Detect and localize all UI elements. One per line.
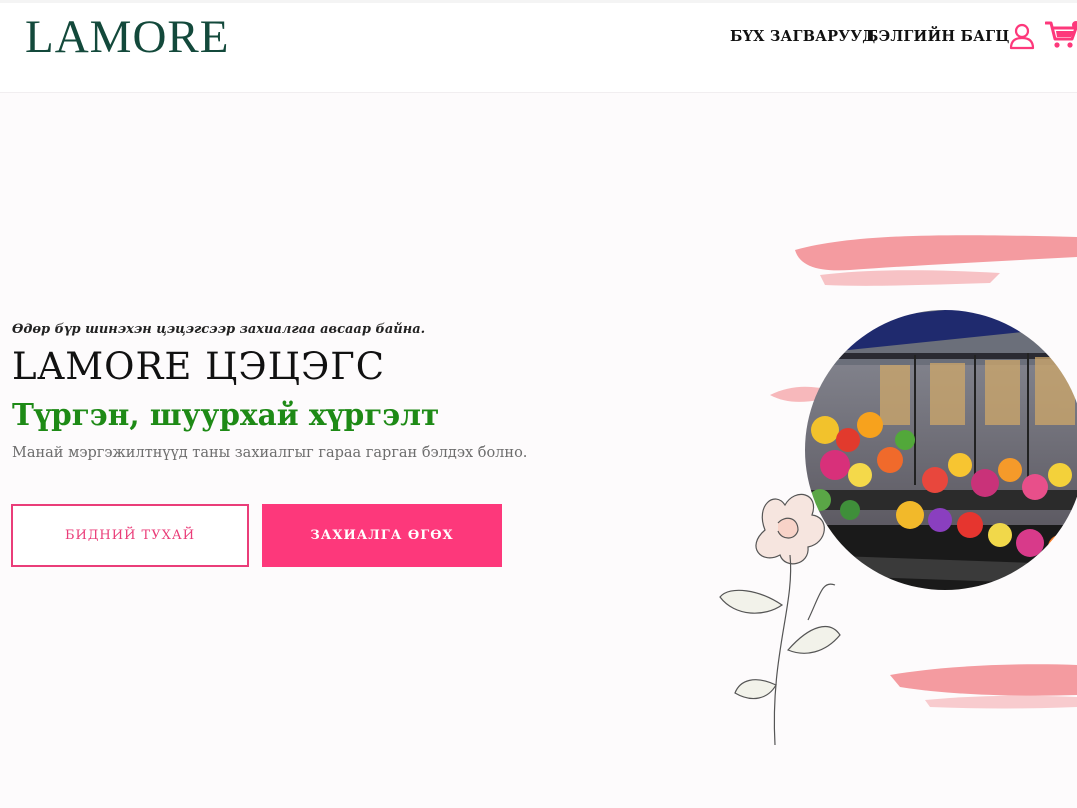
site-logo[interactable]: LAMORE <box>25 14 229 61</box>
hero-description: Манай мэргэжилтнүүд таны захиалгыг гараа… <box>12 445 528 461</box>
site-header: LAMORE БҮХ ЗАГВАРУУД БЭЛГИЙН БАГЦ <box>0 0 1077 93</box>
hero-subtitle: Түргэн, шуурхай хүргэлт <box>12 397 440 432</box>
flower-shop-photo <box>805 310 1077 590</box>
hero-title: LAMORE ЦЭЦЭГС <box>12 345 386 388</box>
header-top-border <box>0 0 1077 3</box>
sketch-flower-illustration <box>719 493 841 746</box>
about-us-button[interactable]: БИДНИЙ ТУХАЙ <box>11 504 249 567</box>
hero-flower-shop-image <box>719 235 1077 746</box>
hero-tagline: Өдөр бүр шинэхэн цэцэгсээр захиалгаа авс… <box>12 322 426 337</box>
cart-icon[interactable] <box>1045 20 1077 50</box>
nav-all-models[interactable]: БҮХ ЗАГВАРУУД <box>730 28 875 45</box>
place-order-button[interactable]: ЗАХИАЛГА ӨГӨХ <box>262 504 502 567</box>
user-icon[interactable] <box>1008 22 1036 50</box>
nav-gift-sets[interactable]: БЭЛГИЙН БАГЦ <box>866 28 1010 45</box>
